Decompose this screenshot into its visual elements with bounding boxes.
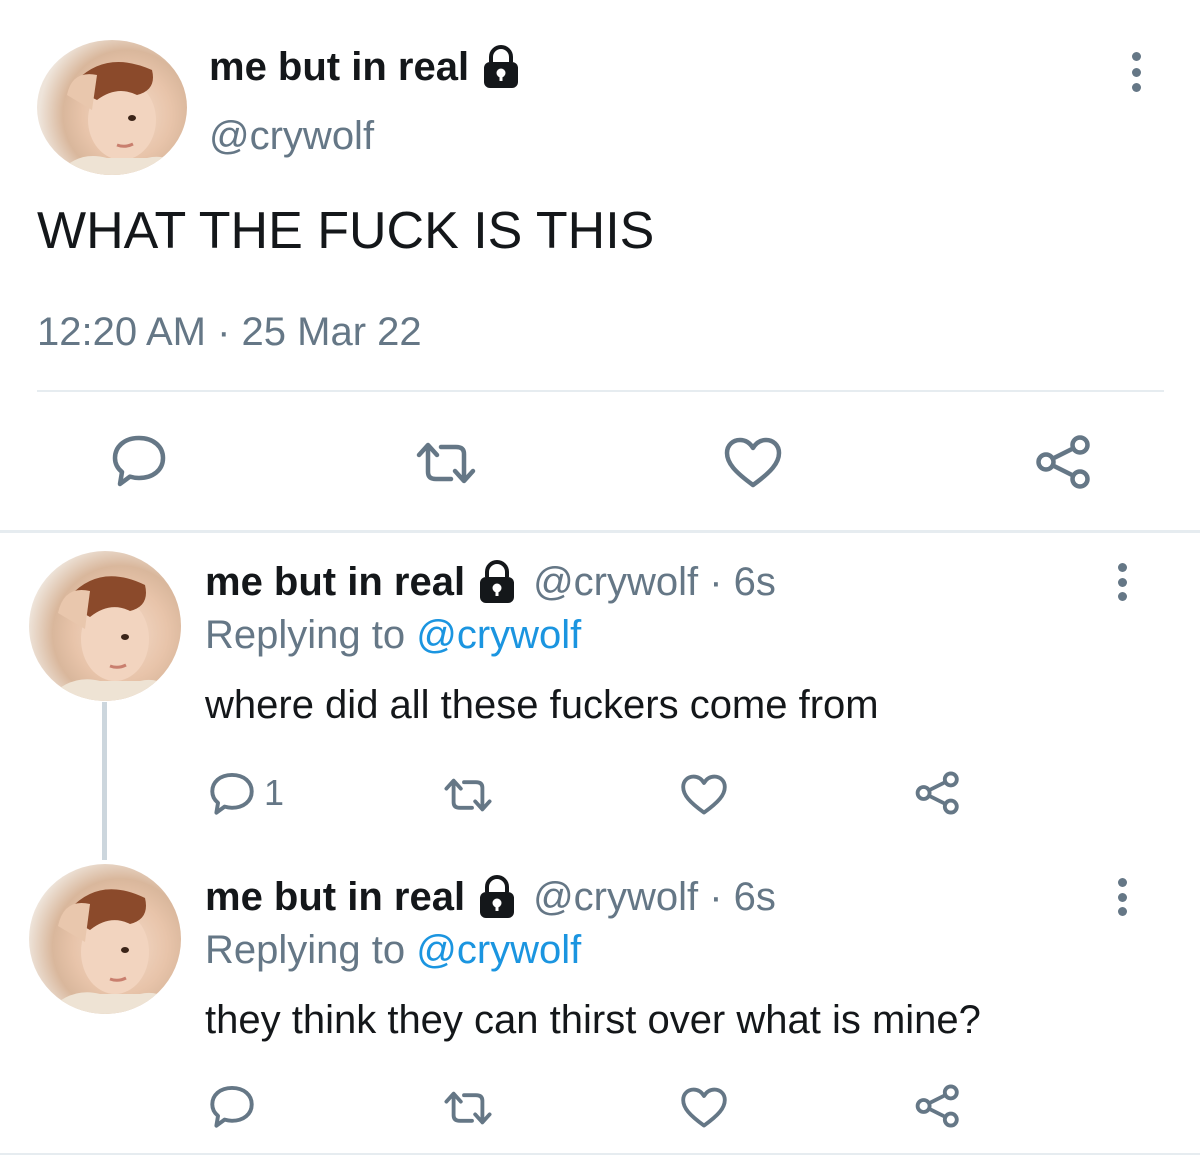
heart-icon bbox=[681, 1087, 727, 1128]
divider bbox=[37, 390, 1164, 392]
avatar-image bbox=[45, 889, 180, 1014]
author-display-name[interactable]: me but in real bbox=[209, 45, 469, 90]
share-icon bbox=[915, 1084, 959, 1128]
more-options-button[interactable] bbox=[1129, 52, 1143, 92]
more-options-button[interactable] bbox=[1115, 563, 1129, 601]
retweet-icon bbox=[416, 442, 476, 484]
share-icon bbox=[1036, 435, 1090, 489]
section-divider bbox=[0, 530, 1200, 533]
reply-handle-time[interactable]: @crywolf · 6s bbox=[533, 875, 776, 920]
thread-line bbox=[102, 702, 107, 860]
retweet-icon bbox=[444, 1091, 492, 1125]
tweet-text: WHAT THE FUCK IS THIS bbox=[37, 202, 655, 260]
like-button[interactable] bbox=[723, 436, 783, 490]
share-button[interactable] bbox=[914, 1083, 962, 1129]
retweet-icon bbox=[444, 778, 492, 812]
share-button[interactable] bbox=[914, 770, 962, 816]
reply-icon bbox=[210, 772, 254, 815]
share-icon bbox=[915, 771, 959, 815]
heart-icon bbox=[681, 774, 727, 815]
reply-count: 1 bbox=[264, 772, 285, 813]
reply-handle-time[interactable]: @crywolf · 6s bbox=[533, 560, 776, 605]
replying-to-handle[interactable]: @crywolf bbox=[416, 928, 581, 972]
reply-icon bbox=[210, 1085, 254, 1128]
author-handle[interactable]: @crywolf bbox=[209, 112, 374, 160]
more-options-button[interactable] bbox=[1115, 878, 1129, 916]
replying-to-handle[interactable]: @crywolf bbox=[416, 613, 581, 657]
lock-icon bbox=[484, 45, 519, 88]
heart-icon bbox=[724, 437, 782, 488]
lock-icon bbox=[480, 560, 515, 603]
reply-avatar[interactable] bbox=[29, 864, 181, 1014]
avatar-image bbox=[57, 62, 187, 175]
retweet-button[interactable] bbox=[441, 775, 495, 815]
share-button[interactable] bbox=[1034, 434, 1094, 490]
reply-text: where did all these fuckers come from bbox=[205, 683, 879, 727]
like-button[interactable] bbox=[680, 773, 728, 817]
like-button[interactable] bbox=[680, 1086, 728, 1130]
avatar-image bbox=[45, 576, 180, 701]
reply-avatar[interactable] bbox=[29, 551, 181, 701]
tweet-timestamp[interactable]: 12:20 AM · 25 Mar 22 bbox=[37, 308, 422, 356]
replying-to-label: Replying to bbox=[205, 928, 417, 972]
reply-icon bbox=[112, 435, 166, 487]
retweet-button[interactable] bbox=[413, 438, 479, 488]
main-tweet-avatar[interactable] bbox=[37, 40, 187, 175]
replying-to-label: Replying to bbox=[205, 613, 417, 657]
reply-button[interactable] bbox=[110, 432, 168, 488]
bottom-divider bbox=[0, 1153, 1200, 1155]
reply-display-name[interactable]: me but in real bbox=[205, 560, 465, 605]
reply-button[interactable]: 1 bbox=[208, 770, 284, 816]
reply-button[interactable] bbox=[208, 1083, 264, 1129]
retweet-button[interactable] bbox=[441, 1088, 495, 1128]
reply-text: they think they can thirst over what is … bbox=[205, 998, 981, 1042]
reply-display-name[interactable]: me but in real bbox=[205, 875, 465, 920]
lock-icon bbox=[480, 875, 515, 918]
